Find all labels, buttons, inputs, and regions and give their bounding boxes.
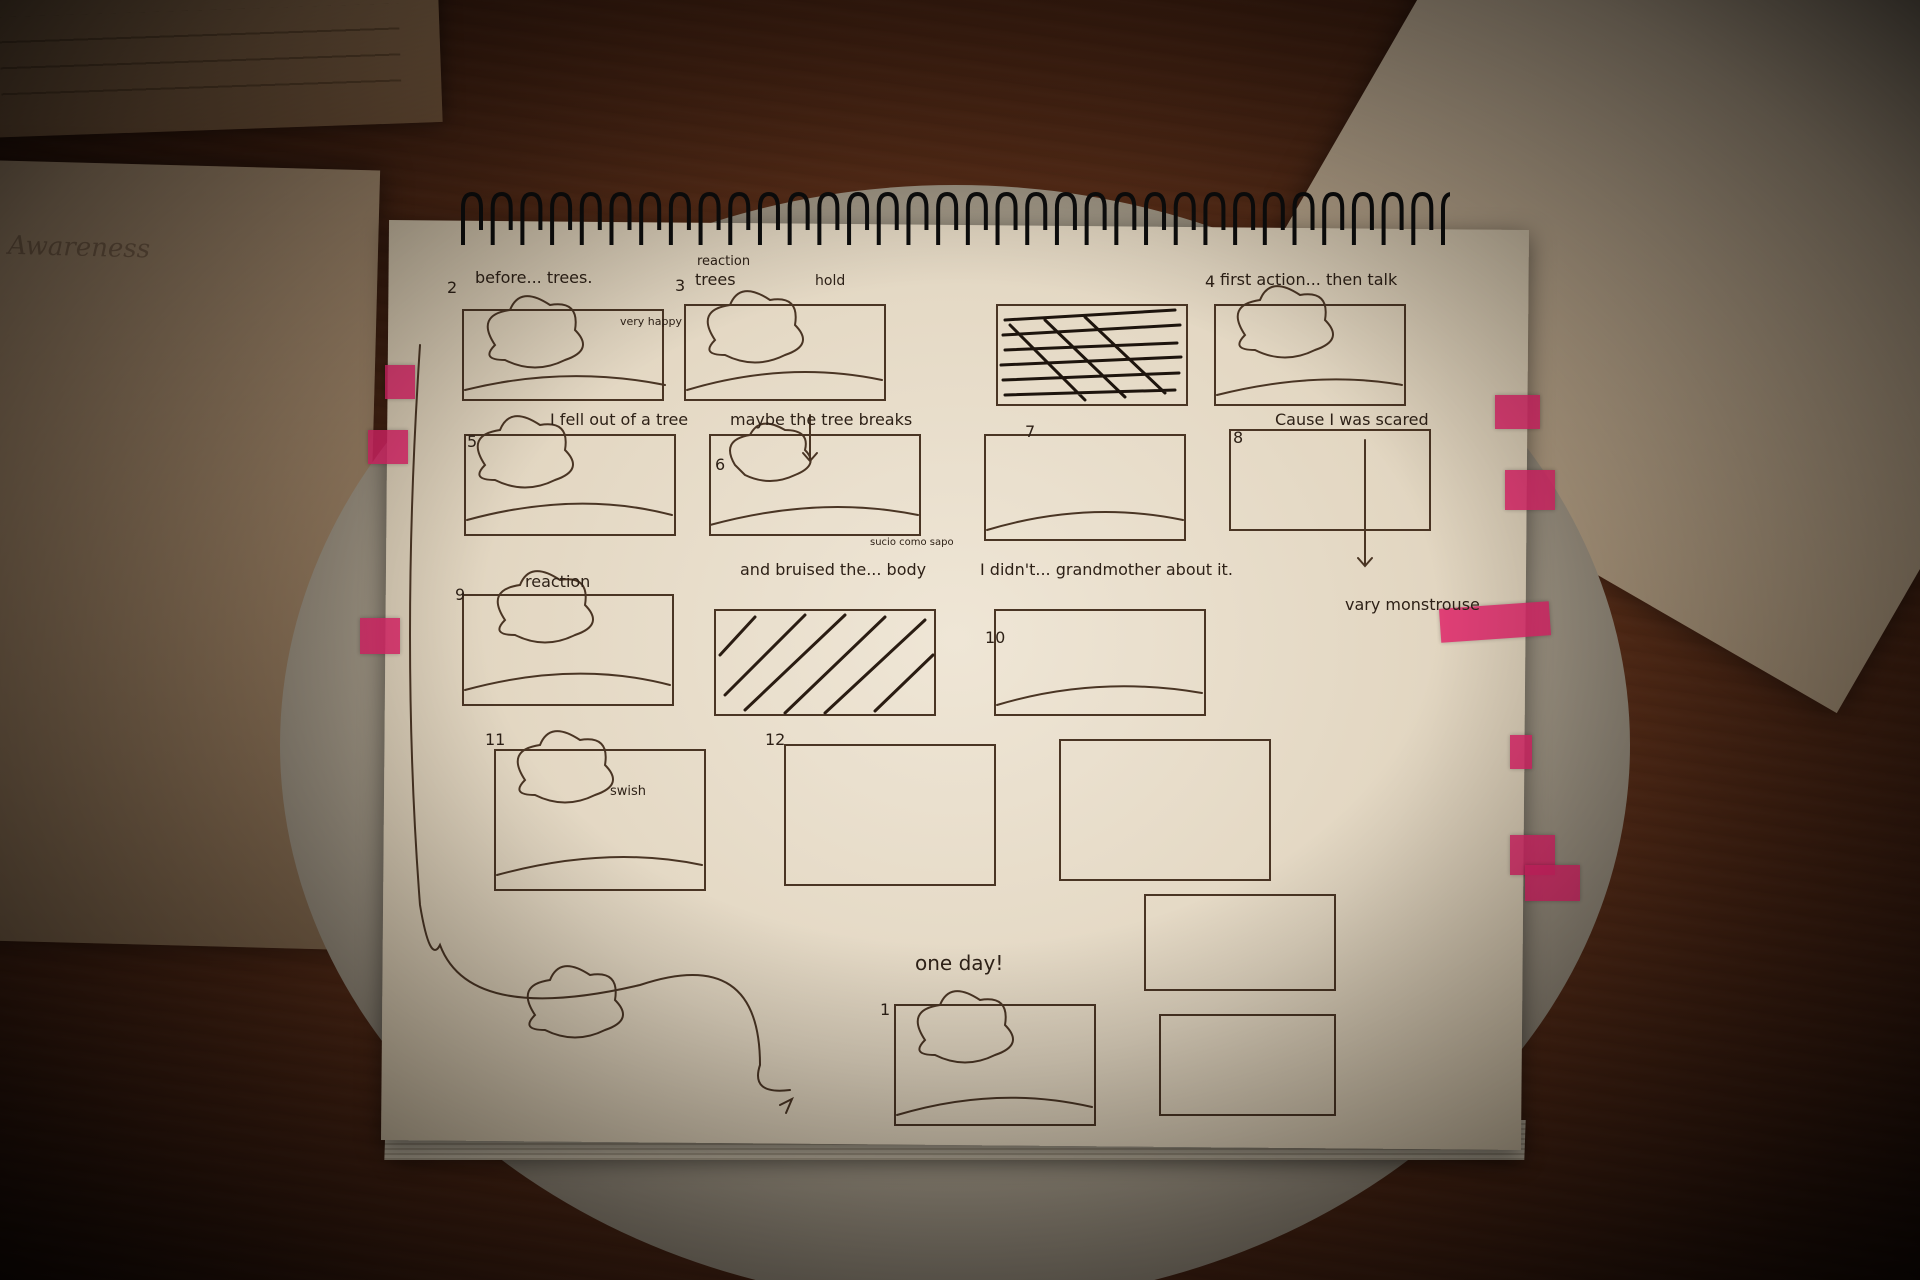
- panel-13-number: 12: [765, 730, 785, 749]
- left-paper-title: Awareness: [7, 230, 151, 265]
- scribbled-panel: [718, 613, 935, 715]
- panel-7-number: 7: [1025, 422, 1035, 441]
- arrow-down: [1357, 439, 1373, 568]
- panel-10-caption: and bruised the... body: [740, 560, 926, 579]
- panel-3-hold: hold: [815, 273, 845, 289]
- photo-scene: Awareness 2 before... trees. very happy …: [0, 0, 1920, 1280]
- panel-4-caption: first action... then talk: [1220, 270, 1398, 289]
- panel-2-caption: before... trees.: [475, 268, 592, 287]
- panel-3-number: 3: [675, 276, 685, 295]
- panel-frame: [784, 744, 996, 886]
- panel-1-caption: one day!: [915, 951, 1003, 975]
- panel-frame: [709, 434, 921, 536]
- flow-arrow: [409, 344, 791, 1092]
- panel-11-caption: I didn't... grandmother about it.: [980, 560, 1233, 579]
- scribbled-panel: [999, 308, 1183, 402]
- panel-frame: [1144, 894, 1336, 991]
- torn-note-paper: [0, 0, 443, 138]
- panel-frame: [464, 434, 676, 536]
- sticky-flag: [1525, 865, 1580, 901]
- panel-frame: [494, 749, 706, 891]
- ground-line: [464, 371, 1403, 1116]
- storyboard-sketches: 2 before... trees. very happy 3 trees re…: [409, 254, 1480, 1126]
- panel-2-number: 2: [447, 278, 457, 297]
- panel-4-number: 4: [1205, 272, 1215, 291]
- panel-1-number: 1: [880, 1000, 890, 1019]
- panel-frame: [684, 304, 886, 401]
- panel-frame: [1229, 429, 1431, 531]
- panel-frame: [984, 434, 1186, 541]
- panel-8-side-note: vary monstrouse: [1345, 595, 1480, 614]
- panel-6-caption: maybe the tree breaks: [730, 410, 912, 429]
- panel-frame: [1059, 739, 1271, 881]
- panel-11-number: 10: [985, 628, 1005, 647]
- panel-5-number: 5: [467, 432, 477, 451]
- panel-3-tag: reaction: [697, 254, 750, 269]
- panel-6-bubble: sucio como sapo: [870, 537, 954, 548]
- panel-2-note: very happy: [620, 315, 682, 328]
- panel-12-number: 11: [485, 730, 505, 749]
- panel-9-caption: reaction: [525, 572, 590, 591]
- panel-6-number: 6: [715, 455, 725, 474]
- panel-frame: [994, 609, 1206, 716]
- panel-frame: [1159, 1014, 1336, 1116]
- panel-12-sound: swish: [610, 784, 646, 799]
- arrow-head: [779, 1096, 794, 1114]
- panel-3-caption: trees: [695, 270, 736, 289]
- panel-5-caption: I fell out of a tree: [550, 410, 688, 429]
- panel-8-caption: Cause I was scared: [1275, 410, 1429, 429]
- panel-8-number: 8: [1233, 428, 1243, 447]
- panel-9-number: 9: [455, 585, 465, 604]
- panel-frame: [462, 594, 674, 706]
- handwritten-lines: [0, 3, 402, 98]
